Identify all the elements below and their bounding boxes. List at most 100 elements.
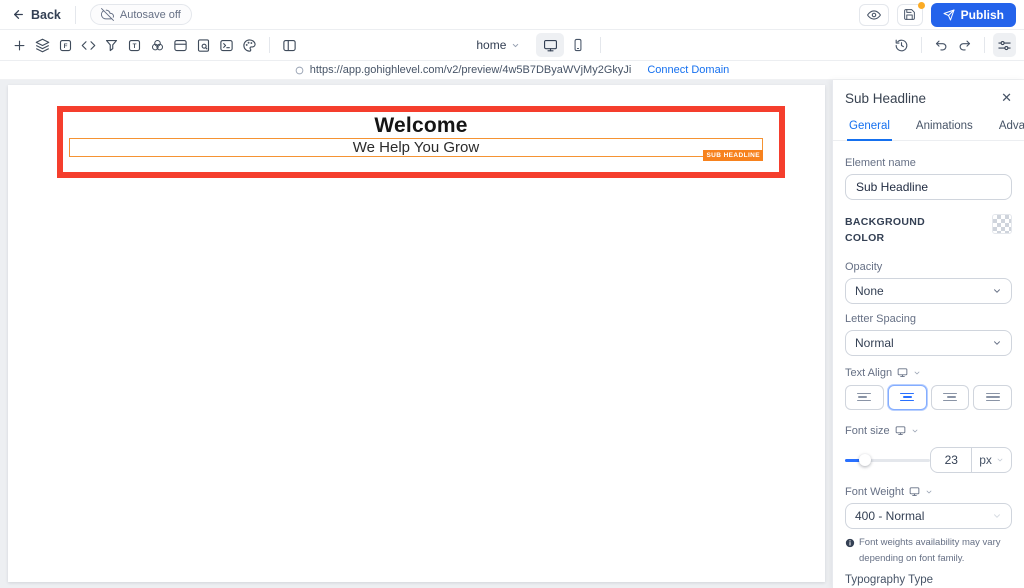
- back-label: Back: [31, 8, 61, 22]
- divider: [269, 37, 270, 53]
- blend-button[interactable]: [146, 33, 169, 57]
- funnel-button[interactable]: [100, 33, 123, 57]
- align-left-button[interactable]: [845, 385, 884, 410]
- monitor-icon: [897, 367, 908, 378]
- font-size-input[interactable]: 23: [931, 448, 971, 472]
- seo-button[interactable]: [192, 33, 215, 57]
- divider: [600, 37, 601, 53]
- mobile-view-button[interactable]: [564, 33, 592, 57]
- save-button[interactable]: [897, 4, 923, 26]
- desktop-view-button[interactable]: [536, 33, 564, 57]
- version-history-button[interactable]: [890, 33, 913, 57]
- add-element-button[interactable]: [8, 33, 31, 57]
- chevron-down-icon[interactable]: [913, 369, 921, 377]
- custom-code-button[interactable]: [77, 33, 100, 57]
- subheadline-text[interactable]: We Help You Grow: [70, 139, 762, 156]
- canvas-area: Welcome We Help You Grow SUB HEADLINE: [0, 80, 832, 588]
- element-name-input[interactable]: [845, 174, 1012, 200]
- back-button[interactable]: Back: [12, 8, 61, 22]
- settings-toggle-button[interactable]: [993, 33, 1016, 57]
- chevron-down-icon[interactable]: [911, 427, 919, 435]
- send-icon: [943, 9, 955, 21]
- page-canvas[interactable]: Welcome We Help You Grow SUB HEADLINE: [8, 85, 825, 582]
- theme-button[interactable]: [238, 33, 261, 57]
- chevron-down-icon[interactable]: [925, 488, 933, 496]
- forms-button[interactable]: F: [54, 33, 77, 57]
- blend-icon: [150, 38, 165, 53]
- layers-button[interactable]: [31, 33, 54, 57]
- chevron-down-icon: [992, 338, 1002, 348]
- chevron-down-icon: [996, 456, 1004, 464]
- form-icon: F: [58, 38, 73, 53]
- text-icon: T: [127, 38, 142, 53]
- opacity-label: Opacity: [845, 261, 1012, 273]
- info-icon: [845, 538, 855, 548]
- font-weight-select[interactable]: 400 - Normal: [845, 503, 1012, 529]
- monitor-icon: [895, 425, 906, 436]
- svg-text:F: F: [64, 43, 68, 50]
- builder-toolbar: F T home: [0, 30, 1024, 61]
- close-icon[interactable]: ✕: [1001, 90, 1012, 106]
- undo-button[interactable]: [930, 33, 953, 57]
- settings-panel: Sub Headline ✕ General Animations Advanc…: [832, 80, 1024, 588]
- tab-advanced[interactable]: Advanced: [997, 116, 1024, 140]
- font-size-unit-select[interactable]: px: [971, 448, 1011, 472]
- preview-url-bar: https://app.gohighlevel.com/v2/preview/4…: [0, 61, 1024, 80]
- align-justify-button[interactable]: [973, 385, 1012, 410]
- sections-button[interactable]: [169, 33, 192, 57]
- section-icon: [173, 38, 188, 53]
- headline-text[interactable]: Welcome: [63, 114, 779, 138]
- letter-spacing-select[interactable]: Normal: [845, 330, 1012, 356]
- page-selector[interactable]: home: [476, 38, 520, 52]
- arrow-left-icon: [12, 8, 25, 21]
- opacity-select[interactable]: None: [845, 278, 1012, 304]
- font-weight-value: 400 - Normal: [855, 509, 924, 523]
- align-center-button[interactable]: [888, 385, 927, 410]
- publish-button[interactable]: Publish: [931, 3, 1016, 27]
- selected-section[interactable]: Welcome We Help You Grow SUB HEADLINE: [57, 106, 785, 178]
- undo-icon: [934, 38, 949, 53]
- selected-subheadline-element[interactable]: We Help You Grow SUB HEADLINE: [69, 138, 763, 157]
- align-right-button[interactable]: [931, 385, 970, 410]
- connect-domain-link[interactable]: Connect Domain: [647, 64, 729, 76]
- slider-thumb[interactable]: [859, 454, 871, 466]
- background-color-swatch[interactable]: [992, 214, 1012, 234]
- chevron-down-icon: [992, 511, 1002, 521]
- chevron-down-icon: [511, 41, 520, 50]
- monitor-icon: [909, 486, 920, 497]
- tab-animations[interactable]: Animations: [914, 116, 975, 140]
- element-tag-badge: SUB HEADLINE: [703, 150, 763, 161]
- cloud-off-icon: [101, 8, 114, 21]
- text-button[interactable]: T: [123, 33, 146, 57]
- chevron-down-icon: [992, 286, 1002, 296]
- radio-circle-icon: [295, 66, 304, 75]
- letter-spacing-label: Letter Spacing: [845, 313, 1012, 325]
- tab-general[interactable]: General: [847, 116, 892, 141]
- svg-text:T: T: [133, 43, 137, 50]
- top-bar: Back Autosave off Publish: [0, 0, 1024, 30]
- publish-label: Publish: [961, 8, 1004, 22]
- opacity-value: None: [855, 284, 884, 298]
- divider: [921, 37, 922, 53]
- page-search-icon: [196, 38, 211, 53]
- redo-button[interactable]: [953, 33, 976, 57]
- monitor-icon: [543, 38, 558, 53]
- font-size-unit: px: [979, 453, 992, 467]
- eye-icon: [867, 8, 881, 22]
- code-icon: [81, 38, 96, 53]
- page-name: home: [476, 38, 506, 52]
- layers-icon: [35, 38, 50, 53]
- element-name-label: Element name: [845, 157, 1012, 169]
- smartphone-icon: [571, 38, 585, 52]
- unsaved-badge: [918, 2, 925, 9]
- preview-button[interactable]: [859, 4, 889, 26]
- font-size-slider[interactable]: [845, 454, 930, 466]
- console-button[interactable]: [215, 33, 238, 57]
- terminal-icon: [219, 38, 234, 53]
- panels-button[interactable]: [278, 33, 301, 57]
- preview-url: https://app.gohighlevel.com/v2/preview/4…: [310, 64, 632, 76]
- redo-icon: [957, 38, 972, 53]
- autosave-toggle[interactable]: Autosave off: [90, 4, 192, 25]
- divider: [75, 6, 76, 24]
- background-color-label: Background Color: [845, 214, 931, 247]
